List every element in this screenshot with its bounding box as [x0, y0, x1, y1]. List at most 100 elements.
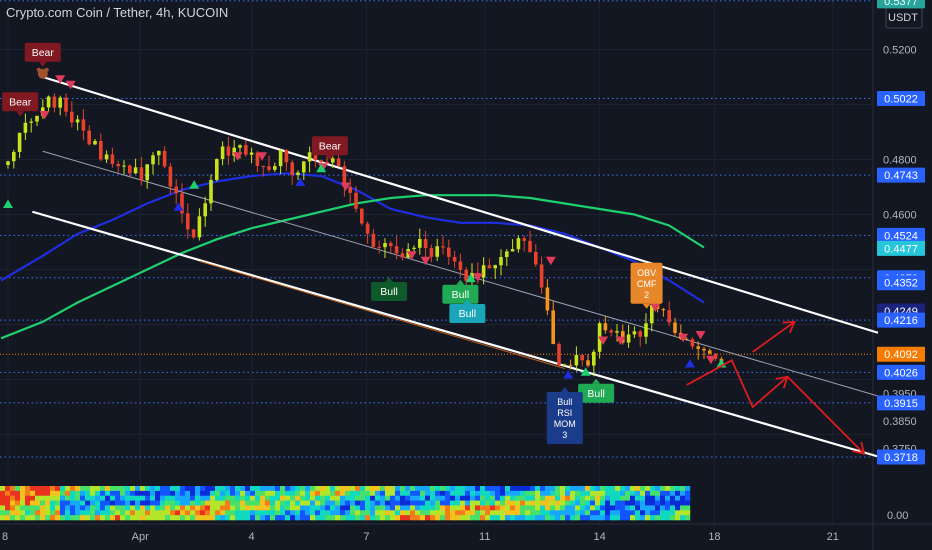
heatmap-cell: [455, 510, 461, 516]
heatmap-cell: [135, 486, 141, 492]
heatmap-cell: [125, 486, 131, 492]
heatmap-cell: [35, 486, 41, 492]
heatmap-cell: [605, 510, 611, 516]
heatmap-cell: [185, 490, 191, 497]
heatmap-cell: [505, 500, 511, 506]
candle-body: [220, 146, 225, 160]
heatmap-cell: [530, 490, 536, 497]
heatmap-cell: [675, 515, 681, 521]
heatmap-cell: [160, 486, 166, 492]
heatmap-cell: [645, 500, 651, 506]
candle-body: [360, 208, 364, 224]
heatmap-cell: [55, 486, 61, 492]
heatmap-cell: [610, 510, 616, 516]
heatmap-cell: [265, 505, 271, 511]
price-badge: 0.4477: [877, 240, 925, 256]
heatmap-cell: [25, 486, 31, 492]
heatmap-cell: [410, 500, 416, 506]
heatmap-cell: [520, 495, 526, 501]
heatmap-cell: [5, 490, 11, 497]
heatmap-cell: [270, 500, 276, 506]
heatmap-cell: [380, 495, 386, 501]
heatmap-cell: [400, 486, 406, 492]
heatmap-cell: [210, 515, 216, 521]
heatmap-cell: [240, 495, 246, 501]
candle-body: [99, 140, 103, 160]
heatmap-cell: [205, 490, 211, 497]
heatmap-cell: [195, 505, 201, 511]
heatmap-cell: [630, 505, 636, 511]
heatmap-cell: [565, 500, 571, 506]
candle-body: [6, 161, 10, 165]
heatmap-cell: [640, 490, 646, 497]
heatmap-cell: [0, 490, 6, 497]
heatmap-cell: [410, 486, 416, 492]
heatmap-cell: [40, 486, 46, 492]
heatmap-cell: [580, 505, 586, 511]
heatmap-cell: [505, 505, 511, 511]
candle-body: [441, 246, 445, 248]
candle-body: [690, 339, 695, 347]
candle-body: [145, 164, 149, 181]
heatmap-cell: [100, 505, 106, 511]
heatmap-cell: [660, 495, 666, 501]
heatmap-cell: [445, 486, 451, 492]
heatmap-cell: [135, 490, 141, 497]
candle-body: [481, 265, 486, 278]
heatmap-cell: [235, 510, 241, 516]
candle-body: [534, 251, 538, 265]
candle-body: [626, 334, 631, 343]
heatmap-cell: [490, 515, 496, 521]
heatmap-cell: [590, 486, 596, 492]
price-chart[interactable]: BearBearBearBull BullBullBullOBVCMF2BullR…: [0, 0, 932, 550]
heatmap-cell: [15, 486, 21, 492]
candle-body: [499, 256, 503, 266]
heatmap-cell: [450, 495, 456, 501]
heatmap-cell: [200, 515, 206, 521]
heatmap-cell: [30, 486, 36, 492]
heatmap-cell: [410, 495, 416, 501]
heatmap-cell: [260, 510, 266, 516]
heatmap-cell: [610, 490, 616, 497]
heatmap-cell: [250, 510, 256, 516]
heatmap-cell: [180, 505, 186, 511]
heatmap-cell: [525, 510, 531, 516]
heatmap-cell: [85, 486, 91, 492]
heatmap-cell: [180, 486, 186, 492]
chart-title: Crypto.com Coin / Tether, 4h, KUCOIN: [6, 5, 229, 20]
heatmap-cell: [620, 515, 626, 521]
heatmap-cell: [445, 510, 451, 516]
heatmap-cell: [535, 505, 541, 511]
heatmap-cell: [185, 505, 191, 511]
heatmap-cell: [665, 486, 671, 492]
heatmap-cell: [630, 486, 636, 492]
heatmap-cell: [395, 490, 401, 497]
heatmap-cell: [410, 515, 416, 521]
heatmap-cell: [115, 500, 121, 506]
heatmap-cell: [125, 505, 131, 511]
heatmap-cell: [675, 510, 681, 516]
heatmap-cell: [30, 490, 36, 497]
heatmap-cell: [625, 490, 631, 497]
heatmap-cell: [535, 486, 541, 492]
heatmap-cell: [560, 495, 566, 501]
heatmap-cell: [170, 505, 176, 511]
heatmap-cell: [370, 486, 376, 492]
heatmap-cell: [295, 510, 301, 516]
heatmap-cell: [80, 495, 86, 501]
heatmap-cell: [595, 505, 601, 511]
heatmap-cell: [445, 515, 451, 521]
heatmap-cell: [480, 510, 486, 516]
heatmap-cell: [675, 500, 681, 506]
heatmap-cell: [320, 510, 326, 516]
candle-body: [17, 132, 22, 152]
heatmap-cell: [665, 490, 671, 497]
heatmap-cell: [470, 486, 476, 492]
heatmap-cell: [390, 515, 396, 521]
candle-body: [609, 330, 613, 333]
heatmap-cell: [195, 510, 201, 516]
heatmap-cell: [615, 515, 621, 521]
candle-body: [186, 213, 190, 230]
heatmap-cell: [405, 515, 411, 521]
heatmap-cell: [315, 486, 321, 492]
